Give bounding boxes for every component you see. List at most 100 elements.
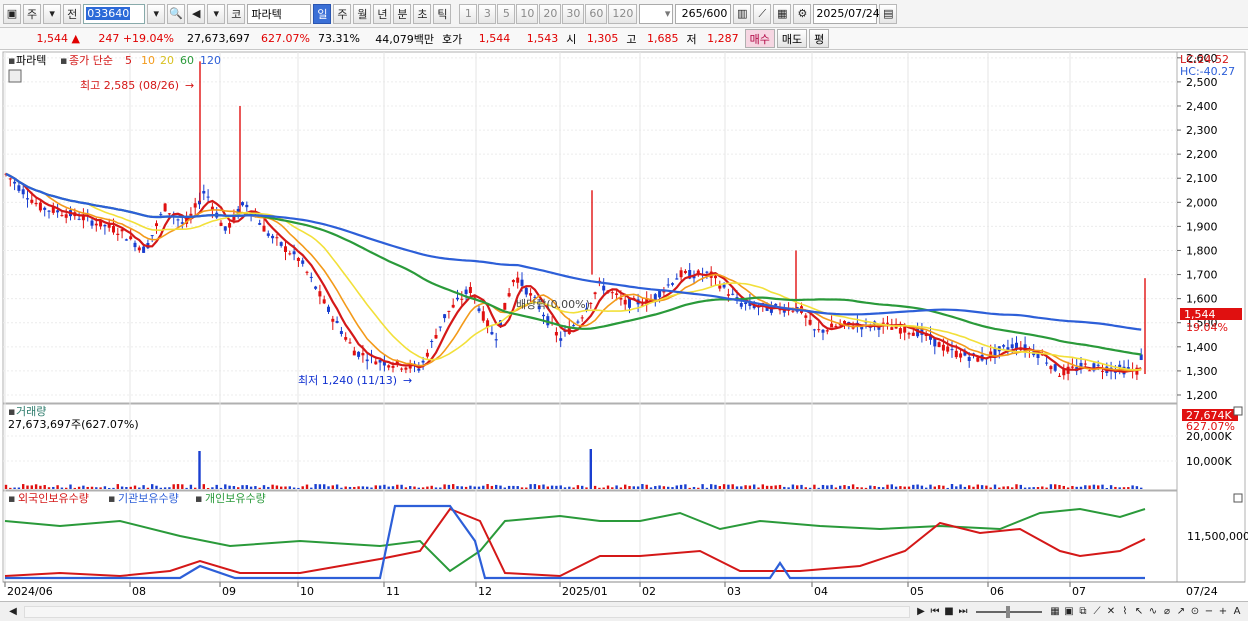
speaker-dropdown-icon[interactable]: ▾ <box>207 3 226 24</box>
candle-body <box>628 298 631 308</box>
chevron-down-icon[interactable]: ▾ <box>43 3 62 24</box>
volume-bar <box>1032 487 1035 489</box>
y-tick-label: 1,300 <box>1186 365 1218 378</box>
volume-bar <box>615 485 618 489</box>
sell-button[interactable]: 매도 <box>776 29 808 48</box>
arrow-icon[interactable]: ↖ <box>1132 605 1146 619</box>
pointer-icon[interactable]: ↗ <box>1174 605 1188 619</box>
eval-button[interactable]: 평 <box>809 29 830 48</box>
tab-4[interactable]: 분 <box>393 3 412 24</box>
bar-count-field[interactable]: 265/600 <box>675 3 732 24</box>
prev-button[interactable]: 전 <box>63 3 82 24</box>
tab-5[interactable]: 초 <box>413 3 432 24</box>
y-tick-label: 1,900 <box>1186 220 1218 233</box>
stop-icon[interactable]: ■ <box>942 605 956 619</box>
candle-type-icon[interactable]: ▥ <box>733 3 752 24</box>
interval-5[interactable]: 5 <box>497 3 516 24</box>
window-menu-icon[interactable]: ▣ <box>3 3 21 24</box>
candle-body <box>911 332 915 336</box>
layout-icon[interactable]: ▣ <box>1062 605 1076 619</box>
play-icon[interactable]: ▶ <box>914 605 928 619</box>
volume-bar <box>52 486 55 489</box>
date-field[interactable]: 2025/07/24 <box>813 3 880 24</box>
calendar-icon[interactable]: ▤ <box>879 3 898 24</box>
volume-bar <box>710 484 713 489</box>
stock-code-input[interactable]: 033640 <box>83 3 146 24</box>
x-tick-label: 10 <box>300 585 314 598</box>
zoom-in-icon[interactable]: + <box>1216 605 1230 619</box>
speaker-icon[interactable]: ◀ <box>187 3 206 24</box>
candle-body <box>167 213 171 215</box>
compare-icon[interactable]: ⧉ <box>1076 605 1090 619</box>
zoom-out-icon[interactable]: − <box>1202 605 1216 619</box>
candle-body <box>1096 364 1100 366</box>
auto-icon[interactable]: A <box>1230 605 1244 619</box>
holdings-panel-close-icon[interactable] <box>1233 493 1243 503</box>
volume-bar <box>426 486 429 489</box>
volume-bar <box>39 485 42 489</box>
volume-bar <box>361 486 365 489</box>
tab-0[interactable]: 일 <box>313 3 332 24</box>
rewind-icon[interactable]: ⏮ <box>928 605 942 619</box>
draw-tool-icon[interactable]: ⟋ <box>753 3 772 24</box>
tab-1[interactable]: 주 <box>333 3 352 24</box>
scroll-left-icon[interactable]: ◀ <box>6 605 20 619</box>
candle-body <box>718 285 722 289</box>
zoom-slider[interactable] <box>976 605 1042 618</box>
price-tag: 1,544 <box>1184 308 1216 321</box>
interval-120[interactable]: 120 <box>608 3 638 24</box>
pct-tag: 19.04% <box>1186 321 1228 334</box>
interval-60[interactable]: 60 <box>585 3 608 24</box>
candle-body <box>417 368 421 371</box>
code-dropdown-icon[interactable]: ▾ <box>147 3 166 24</box>
tab-2[interactable]: 월 <box>353 3 372 24</box>
interval-10[interactable]: 10 <box>516 3 539 24</box>
settings-gear-icon[interactable]: ⚙ <box>793 3 812 24</box>
interval-20[interactable]: 20 <box>539 3 562 24</box>
tab-6[interactable]: 틱 <box>433 3 452 24</box>
line-tool-icon[interactable]: ⌇ <box>1118 605 1132 619</box>
volume-bar <box>692 486 696 489</box>
volume-bar <box>976 484 979 489</box>
volume-bar <box>826 485 829 489</box>
buy-button[interactable]: 매수 <box>744 29 775 48</box>
candle-body <box>739 303 743 307</box>
volume-bar <box>856 487 859 489</box>
period-select[interactable]: 주 <box>23 3 42 24</box>
volume-bar <box>753 484 756 489</box>
candle-body <box>150 235 154 237</box>
candle-body <box>137 247 141 251</box>
candle-body <box>241 202 244 206</box>
volume-bar <box>985 485 988 489</box>
volume-bar <box>641 484 644 489</box>
calendar-icon[interactable] <box>8 69 22 83</box>
cross-icon[interactable]: ✕ <box>1104 605 1118 619</box>
volume-panel-close-icon[interactable] <box>1233 406 1243 416</box>
trend-icon[interactable]: ⟋ <box>1090 605 1104 619</box>
chart-area[interactable]: 2,6002,5002,4002,3002,2002,1002,0001,900… <box>0 51 1248 603</box>
volume-bar <box>17 487 21 489</box>
volume-bar <box>1071 485 1074 489</box>
horizontal-scrollbar[interactable] <box>24 605 910 618</box>
zoom-slider-thumb[interactable] <box>1006 605 1010 618</box>
ruler-icon[interactable]: ⌀ <box>1160 605 1174 619</box>
volume-bar <box>955 486 958 489</box>
candle-body <box>421 360 425 363</box>
tab-3[interactable]: 년 <box>373 3 392 24</box>
volume-bar <box>1114 486 1117 489</box>
search-zoom-icon[interactable]: ⊙ <box>1188 605 1202 619</box>
wave-icon[interactable]: ∿ <box>1146 605 1160 619</box>
interval-dropdown[interactable]: ▾ <box>639 3 674 24</box>
interval-3[interactable]: 3 <box>478 3 497 24</box>
candle-body <box>937 342 941 348</box>
search-icon[interactable]: 🔍 <box>167 3 186 24</box>
forward-icon[interactable]: ⏭ <box>956 605 970 619</box>
grid-icon[interactable]: ▦ <box>1048 605 1062 619</box>
interval-1[interactable]: 1 <box>459 3 478 24</box>
interval-30[interactable]: 30 <box>562 3 585 24</box>
candle-body <box>666 284 670 286</box>
candle-body <box>34 202 38 205</box>
compare-icon[interactable]: ▦ <box>773 3 792 24</box>
candle-body <box>898 328 902 334</box>
volume-bar <box>765 485 769 489</box>
